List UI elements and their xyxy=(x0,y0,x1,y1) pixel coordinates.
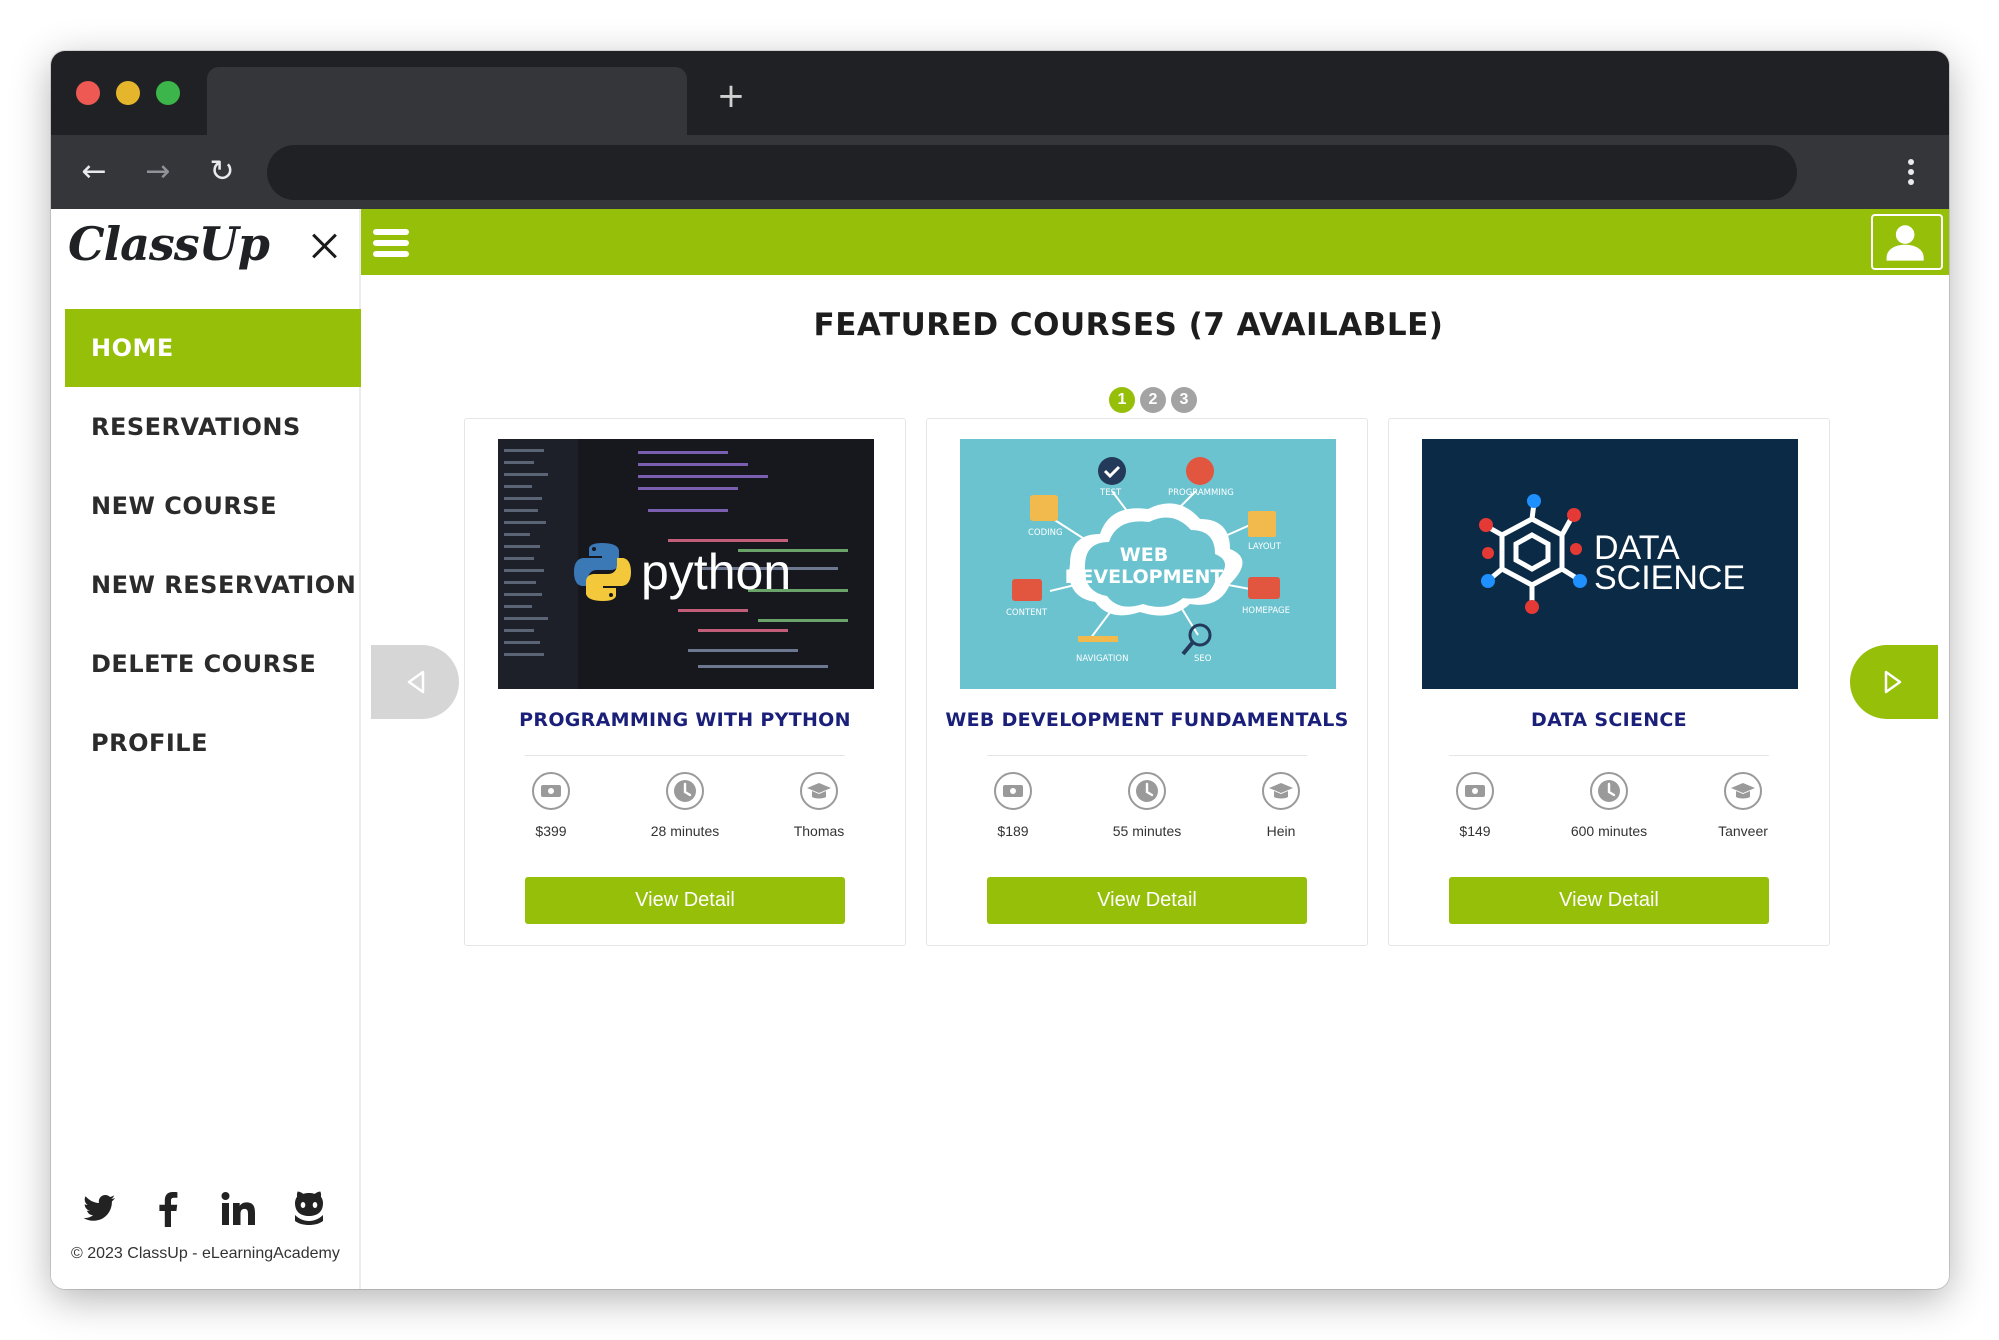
course-image-web-development[interactable]: WEB DEVELOPMENT TEST PROGRAMMING CODING … xyxy=(960,439,1336,689)
course-price: $149 xyxy=(1459,823,1491,839)
window-maximize-button[interactable] xyxy=(156,81,180,105)
data-science-banner-image: DATA SCIENCE xyxy=(1422,439,1798,689)
window-close-button[interactable] xyxy=(76,81,100,105)
sidebar-item-home[interactable]: HOME xyxy=(65,309,361,387)
sidebar: ClassUp HOME RESERVATIONS NEW COURSE NEW… xyxy=(51,209,361,1289)
price-icon xyxy=(532,772,570,810)
user-profile-button[interactable] xyxy=(1871,214,1943,270)
clock-icon xyxy=(1128,772,1166,810)
price-icon xyxy=(994,772,1032,810)
close-sidebar-icon[interactable] xyxy=(307,229,341,263)
browser-tabstrip: + xyxy=(51,51,1949,135)
svg-text:CONTENT: CONTENT xyxy=(1006,608,1048,618)
copyright-text: © 2023 ClassUp - eLearningAcademy xyxy=(71,1245,340,1262)
web-development-banner-image: WEB DEVELOPMENT TEST PROGRAMMING CODING … xyxy=(960,439,1336,689)
card-divider xyxy=(1449,755,1769,756)
sidebar-item-profile[interactable]: PROFILE xyxy=(65,704,361,782)
browser-tab[interactable] xyxy=(207,67,687,135)
course-instructor: Hein xyxy=(1266,823,1296,839)
page-dot-1[interactable]: 1 xyxy=(1109,387,1135,413)
svg-text:CODING: CODING xyxy=(1028,528,1063,538)
course-card: DATA SCIENCE DATA SCIENCE $149 600 minut… xyxy=(1388,418,1830,946)
graduation-cap-icon xyxy=(800,772,838,810)
new-tab-icon[interactable]: + xyxy=(714,79,748,113)
svg-text:HOMEPAGE: HOMEPAGE xyxy=(1242,606,1290,616)
svg-text:PROGRAMMING: PROGRAMMING xyxy=(1168,488,1234,498)
reload-icon[interactable]: ↻ xyxy=(203,153,241,191)
triangle-left-icon xyxy=(407,670,425,694)
course-title[interactable]: DATA SCIENCE xyxy=(1389,709,1829,731)
course-duration: 55 minutes xyxy=(1112,823,1182,839)
svg-text:NAVIGATION: NAVIGATION xyxy=(1076,654,1128,664)
sidebar-menu: HOME RESERVATIONS NEW COURSE NEW RESERVA… xyxy=(65,309,361,783)
svg-text:SEO: SEO xyxy=(1194,654,1212,664)
python-banner-image: python xyxy=(498,439,874,689)
carousel-next-button[interactable] xyxy=(1850,645,1938,719)
page-title: FEATURED COURSES (7 AVAILABLE) xyxy=(813,307,1444,343)
course-image-data-science[interactable]: DATA SCIENCE xyxy=(1422,439,1798,689)
svg-text:TEST: TEST xyxy=(1099,488,1122,498)
github-icon[interactable] xyxy=(289,1189,329,1229)
course-image-python[interactable]: python xyxy=(498,439,874,689)
sidebar-item-delete-course[interactable]: DELETE COURSE xyxy=(65,625,361,703)
svg-text:LAYOUT: LAYOUT xyxy=(1248,542,1282,552)
social-links xyxy=(79,1189,339,1229)
graduation-cap-icon xyxy=(1724,772,1762,810)
course-instructor: Thomas xyxy=(793,823,845,839)
course-price: $189 xyxy=(997,823,1029,839)
back-arrow-icon[interactable]: ← xyxy=(75,153,113,191)
course-duration: 28 minutes xyxy=(650,823,720,839)
course-title[interactable]: WEB DEVELOPMENT FUNDAMENTALS xyxy=(927,709,1367,731)
page-dot-2[interactable]: 2 xyxy=(1140,387,1166,413)
card-divider xyxy=(987,755,1307,756)
view-detail-button[interactable]: View Detail xyxy=(987,877,1307,924)
clock-icon xyxy=(666,772,704,810)
graduation-cap-icon xyxy=(1262,772,1300,810)
svg-text:SCIENCE: SCIENCE xyxy=(1594,559,1745,597)
course-price: $399 xyxy=(535,823,567,839)
browser-toolbar: ← → ↻ xyxy=(51,135,1949,209)
forward-arrow-icon[interactable]: → xyxy=(139,153,177,191)
course-card: python PROGRAMMING WITH PYTHON $399 28 m… xyxy=(464,418,906,946)
facebook-icon[interactable] xyxy=(149,1189,189,1229)
clock-icon xyxy=(1590,772,1628,810)
carousel-prev-button[interactable] xyxy=(371,645,459,719)
view-detail-button[interactable]: View Detail xyxy=(525,877,845,924)
svg-text:WEB: WEB xyxy=(1120,544,1168,566)
svg-text:python: python xyxy=(641,544,791,600)
triangle-right-icon xyxy=(1884,670,1902,694)
page-viewport: ClassUp HOME RESERVATIONS NEW COURSE NEW… xyxy=(51,209,1949,1289)
svg-text:DEVELOPMENT: DEVELOPMENT xyxy=(1065,566,1224,588)
user-icon xyxy=(1886,225,1924,261)
course-card: WEB DEVELOPMENT TEST PROGRAMMING CODING … xyxy=(926,418,1368,946)
sidebar-item-new-reservation[interactable]: NEW RESERVATION xyxy=(65,546,361,624)
course-duration: 600 minutes xyxy=(1570,823,1648,839)
sidebar-item-reservations[interactable]: RESERVATIONS xyxy=(65,388,361,466)
top-header-bar xyxy=(361,209,1949,275)
hamburger-menu-icon[interactable] xyxy=(373,229,411,257)
address-bar[interactable] xyxy=(267,145,1797,200)
course-title[interactable]: PROGRAMMING WITH PYTHON xyxy=(465,709,905,731)
browser-menu-icon[interactable] xyxy=(1907,159,1915,187)
card-divider xyxy=(525,755,845,756)
window-minimize-button[interactable] xyxy=(116,81,140,105)
sidebar-item-new-course[interactable]: NEW COURSE xyxy=(65,467,361,545)
linkedin-icon[interactable] xyxy=(219,1189,259,1229)
view-detail-button[interactable]: View Detail xyxy=(1449,877,1769,924)
browser-window: + ← → ↻ ClassUp HOME RESERVATIONS NEW CO… xyxy=(51,51,1949,1289)
classup-logo[interactable]: ClassUp xyxy=(68,217,270,271)
price-icon xyxy=(1456,772,1494,810)
twitter-icon[interactable] xyxy=(79,1189,119,1229)
page-dot-3[interactable]: 3 xyxy=(1171,387,1197,413)
course-instructor: Tanveer xyxy=(1718,823,1768,839)
